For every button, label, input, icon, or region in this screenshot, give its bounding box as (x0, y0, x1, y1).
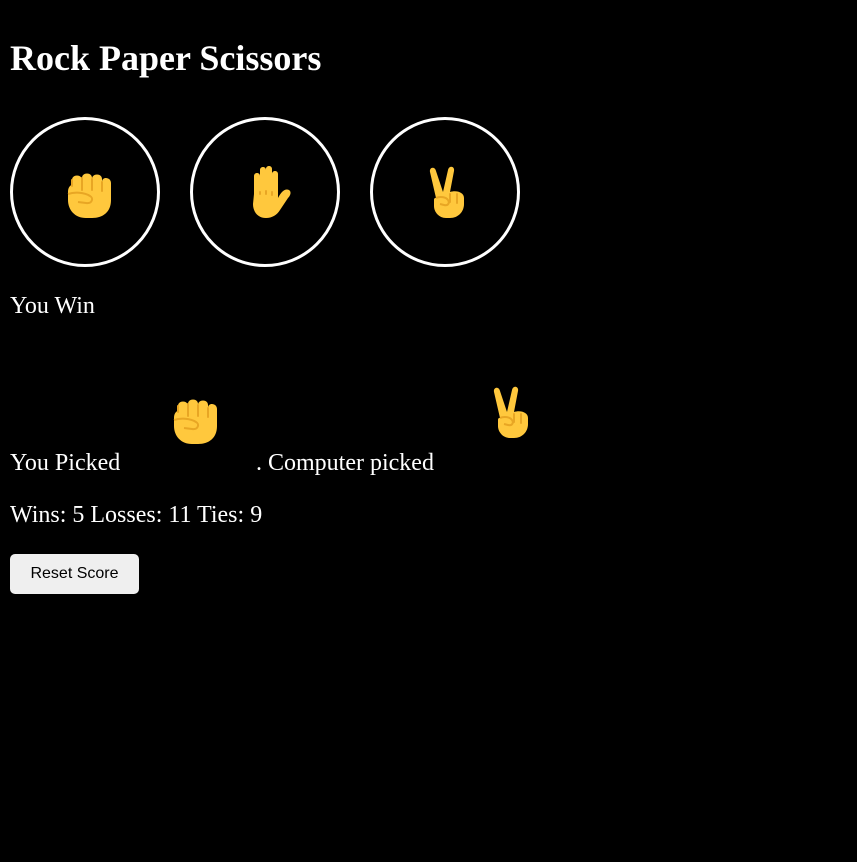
scissors-victory-icon (420, 164, 476, 220)
score-text: Wins: 5 Losses: 11 Ties: 9 (10, 502, 263, 528)
page-title: Rock Paper Scissors (10, 38, 322, 78)
paper-button[interactable] (190, 117, 340, 267)
rock-button[interactable] (10, 117, 160, 267)
player-picked-label: You Picked (10, 450, 121, 476)
result-text: You Win (10, 293, 95, 319)
reset-score-button[interactable]: Reset Score (10, 554, 139, 594)
computer-pick-scissors-victory-icon (484, 376, 540, 440)
rock-fist-icon (60, 164, 116, 220)
paper-hand-icon (240, 164, 296, 220)
player-pick-rock-fist-icon (166, 390, 222, 446)
scissors-button[interactable] (370, 117, 520, 267)
computer-picked-label: . Computer picked (256, 450, 434, 476)
